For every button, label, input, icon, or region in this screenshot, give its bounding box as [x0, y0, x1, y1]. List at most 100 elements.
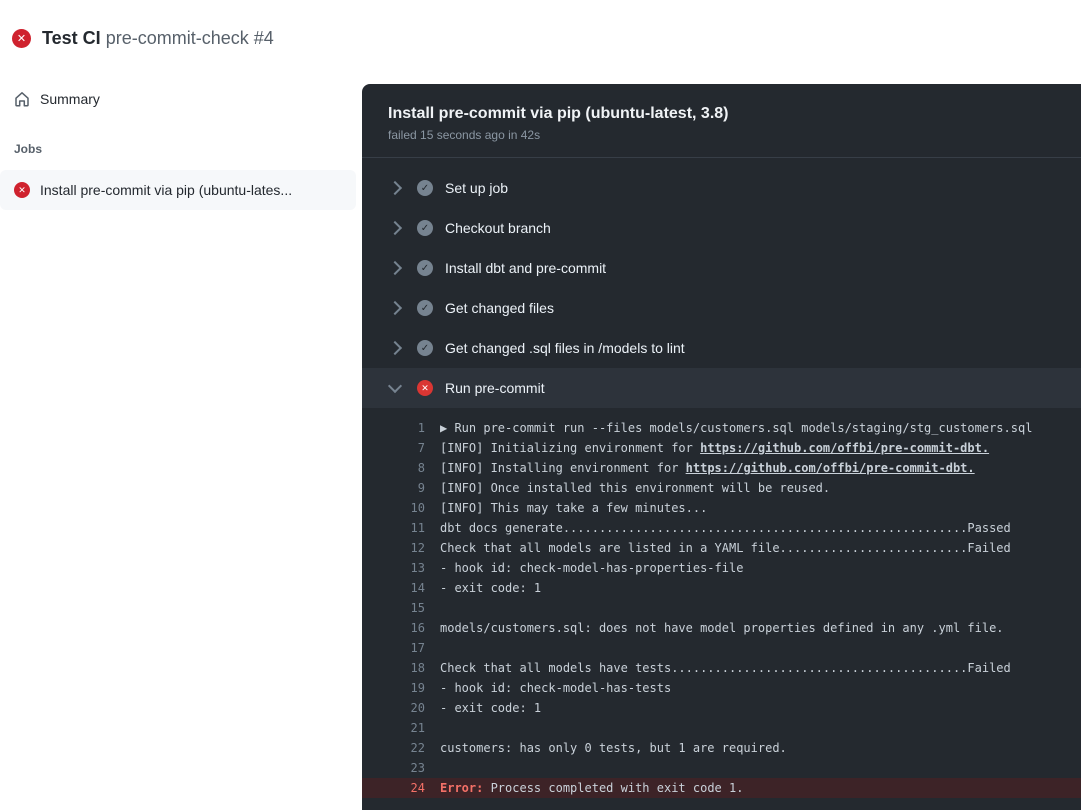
check-circle-icon: ✓ [417, 260, 433, 276]
log-line: 20 - exit code: 1 [362, 698, 1081, 718]
log-line: 9 [INFO] Once installed this environment … [362, 478, 1081, 498]
step-row[interactable]: ✓ Install dbt and pre-commit [362, 248, 1081, 288]
log-line-number[interactable]: 22 [362, 738, 425, 758]
log-line-text: - hook id: check-model-has-properties-fi… [425, 558, 743, 578]
log-line-number[interactable]: 12 [362, 538, 425, 558]
log-line-number[interactable]: 7 [362, 438, 425, 458]
log-line: 15 [362, 598, 1081, 618]
log-line-number[interactable]: 20 [362, 698, 425, 718]
chevron-right-icon[interactable] [388, 181, 402, 195]
log-line-text: [INFO] Installing environment for https:… [425, 458, 975, 478]
log-text-segment: Check that all models have tests........… [440, 661, 1011, 675]
log-line-number[interactable]: 14 [362, 578, 425, 598]
log-output: 1 ▶ Run pre-commit run --files models/cus… [362, 408, 1081, 798]
log-line-number[interactable]: 13 [362, 558, 425, 578]
sidebar-item-label: Summary [40, 91, 100, 107]
steps-list: ✓Set up job✓Checkout branch✓Install dbt … [362, 158, 1081, 408]
check-circle-icon: ✓ [417, 180, 433, 196]
step-row[interactable]: ✓ Get changed .sql files in /models to li… [362, 328, 1081, 368]
page-title: Test CI pre-commit-check #4 [42, 28, 274, 49]
log-line: 24Error: Process completed with exit cod… [362, 778, 1081, 798]
log-line-number[interactable]: 21 [362, 718, 425, 738]
step-label: Get changed files [445, 300, 554, 316]
log-text-segment: Check that all models are listed in a YA… [440, 541, 1011, 555]
log-line-number[interactable]: 10 [362, 498, 425, 518]
step-label: Get changed .sql files in /models to lin… [445, 340, 685, 356]
log-line-text: - exit code: 1 [425, 698, 541, 718]
log-line-text [425, 718, 440, 738]
log-line: 17 [362, 638, 1081, 658]
chevron-right-icon[interactable] [388, 261, 402, 275]
log-text-segment: [INFO] Installing environment for [440, 461, 686, 475]
log-text-segment: customers: has only 0 tests, but 1 are r… [440, 741, 787, 755]
log-text-segment: [INFO] This may take a few minutes... [440, 501, 707, 515]
sidebar-item-summary[interactable]: Summary [14, 91, 100, 107]
log-line-text [425, 598, 440, 618]
x-circle-icon: ✕ [417, 380, 433, 396]
x-circle-icon: ✕ [14, 182, 30, 198]
log-text-segment: [INFO] Once installed this environment w… [440, 481, 830, 495]
chevron-right-icon[interactable] [388, 341, 402, 355]
log-line: 7[INFO] Initializing environment for htt… [362, 438, 1081, 458]
log-link[interactable]: https://github.com/offbi/pre-commit-dbt. [686, 461, 975, 475]
step-label: Checkout branch [445, 220, 551, 236]
log-line-text [425, 638, 440, 658]
log-line: 14 - exit code: 1 [362, 578, 1081, 598]
log-line-text: ▶ Run pre-commit run --files models/cust… [425, 418, 1032, 438]
chevron-right-icon[interactable] [388, 221, 402, 235]
log-line-text: Check that all models have tests........… [425, 658, 1011, 678]
job-title: Install pre-commit via pip (ubuntu-lates… [388, 104, 1057, 124]
job-item-label: Install pre-commit via pip (ubuntu-lates… [40, 182, 292, 198]
sidebar-job-item[interactable]: ✕ Install pre-commit via pip (ubuntu-lat… [0, 170, 356, 210]
log-line: 16models/customers.sql: does not have mo… [362, 618, 1081, 638]
log-line-text: Check that all models are listed in a YA… [425, 538, 1011, 558]
x-circle-icon: ✕ [12, 29, 31, 48]
log-line-text: [INFO] Initializing environment for http… [425, 438, 989, 458]
step-row[interactable]: ✓Get changed files [362, 288, 1081, 328]
job-status-text: failed 15 seconds ago in 42s [388, 128, 1057, 142]
check-circle-icon: ✓ [417, 220, 433, 236]
log-line: 22 customers: has only 0 tests, but 1 are… [362, 738, 1081, 758]
log-line-number[interactable]: 1 [362, 418, 425, 438]
log-text-segment: ▶ Run pre-commit run --files models/cust… [440, 421, 1032, 435]
log-line-number[interactable]: 8 [362, 458, 425, 478]
log-line-number[interactable]: 19 [362, 678, 425, 698]
log-text-segment: - exit code: 1 [440, 701, 541, 715]
step-label: Install dbt and pre-commit [445, 260, 606, 276]
log-line: 21 [362, 718, 1081, 738]
log-line-number[interactable]: 18 [362, 658, 425, 678]
log-line: 1 ▶ Run pre-commit run --files models/cus… [362, 418, 1081, 438]
run-name: pre-commit-check #4 [106, 28, 274, 48]
log-line-text: dbt docs generate.......................… [425, 518, 1011, 538]
log-line-number[interactable]: 24 [362, 778, 425, 798]
log-line-text: customers: has only 0 tests, but 1 are r… [425, 738, 787, 758]
log-line: 11dbt docs generate.....................… [362, 518, 1081, 538]
log-line-number[interactable]: 17 [362, 638, 425, 658]
home-icon [14, 91, 30, 107]
workflow-name: Test CI [42, 28, 101, 48]
chevron-right-icon[interactable] [388, 301, 402, 315]
log-line-text [425, 758, 440, 778]
log-text-segment: Error: [440, 781, 491, 795]
log-line-number[interactable]: 23 [362, 758, 425, 778]
log-text-segment: - hook id: check-model-has-properties-fi… [440, 561, 743, 575]
log-text-segment: - exit code: 1 [440, 581, 541, 595]
log-line: 8[INFO] Installing environment for https… [362, 458, 1081, 478]
log-line: 18 Check that all models have tests......… [362, 658, 1081, 678]
step-row[interactable]: ✕ Run pre-commit [362, 368, 1081, 408]
check-circle-icon: ✓ [417, 340, 433, 356]
log-line-number[interactable]: 15 [362, 598, 425, 618]
job-log-panel: Install pre-commit via pip (ubuntu-lates… [362, 84, 1081, 810]
log-line-text: Error: Process completed with exit code … [425, 778, 743, 798]
step-row[interactable]: ✓Set up job [362, 168, 1081, 208]
step-label: Run pre-commit [445, 380, 545, 396]
log-link[interactable]: https://github.com/offbi/pre-commit-dbt. [700, 441, 989, 455]
log-line-text: - hook id: check-model-has-tests [425, 678, 671, 698]
jobs-heading: Jobs [14, 142, 42, 156]
chevron-down-icon[interactable] [388, 379, 402, 393]
log-text-segment: - hook id: check-model-has-tests [440, 681, 671, 695]
log-line-number[interactable]: 16 [362, 618, 425, 638]
log-line-number[interactable]: 9 [362, 478, 425, 498]
log-line-number[interactable]: 11 [362, 518, 425, 538]
step-row[interactable]: ✓ Checkout branch [362, 208, 1081, 248]
